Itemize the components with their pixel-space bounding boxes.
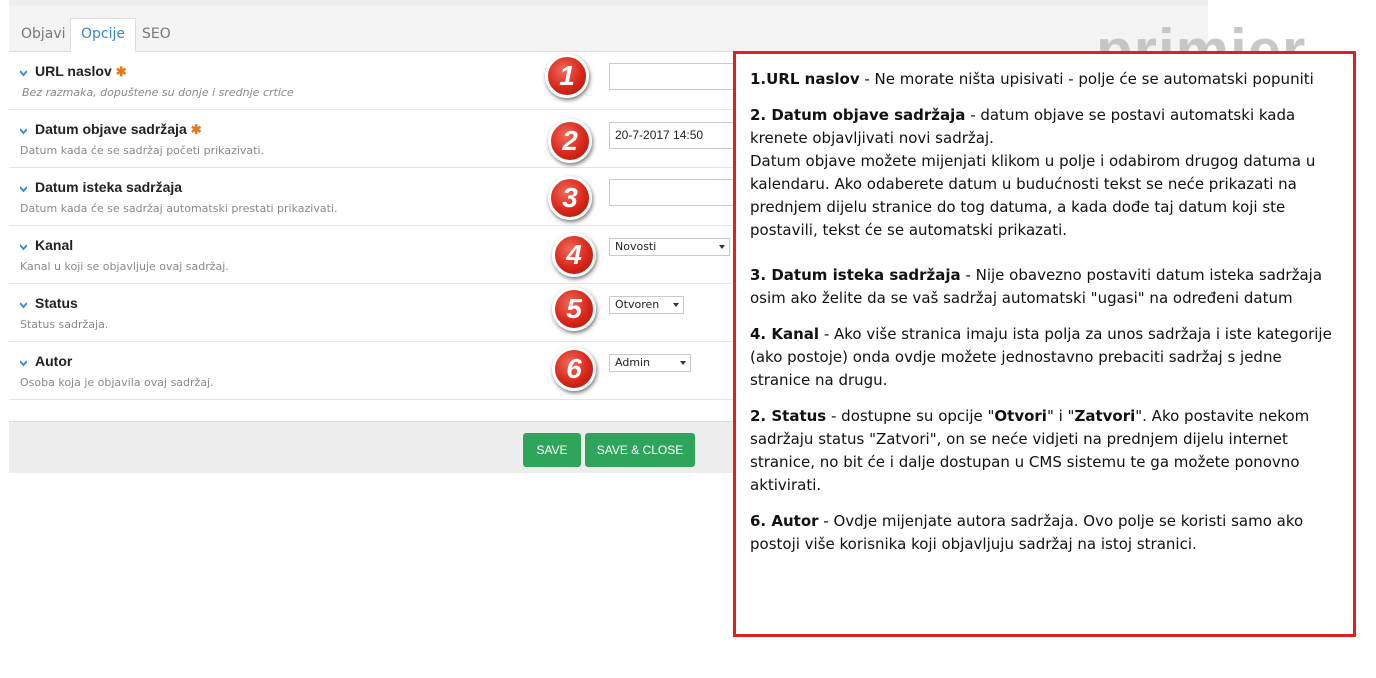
required-asterisk-icon: ✱	[115, 64, 127, 79]
datum-isteka-input[interactable]	[609, 179, 734, 206]
field-label: URL naslov ✱	[35, 63, 127, 79]
dropdown-arrow-icon	[719, 245, 725, 249]
url-naslov-input[interactable]	[609, 63, 734, 90]
note-5: 2. Status - dostupne su opcije "Otvori" …	[750, 407, 1310, 494]
tab-bar: Objavi Opcije SEO	[9, 5, 1208, 52]
note-6: 6. Autor - Ovdje mijenjate autora sadrža…	[750, 512, 1304, 553]
tab-objavi[interactable]: Objavi	[11, 19, 76, 51]
save-button[interactable]: SAVE	[523, 433, 581, 467]
dropdown-arrow-icon	[680, 361, 686, 365]
chevron-down-icon[interactable]	[20, 186, 27, 193]
note-4: 4. Kanal - Ako više stranica imaju ista …	[750, 325, 1332, 389]
chevron-down-icon[interactable]	[20, 70, 27, 77]
tab-opcije[interactable]: Opcije	[70, 18, 136, 52]
datum-objave-input[interactable]: 20-7-2017 14:50	[609, 122, 734, 149]
number-badge: 4	[552, 233, 596, 277]
field-description: Datum kada će se sadržaj početi prikaziv…	[20, 144, 265, 157]
chevron-down-icon[interactable]	[20, 244, 27, 251]
field-label: Status	[35, 295, 78, 311]
kanal-select[interactable]: Novosti	[609, 238, 730, 256]
field-label: Datum objave sadržaja ✱	[35, 121, 202, 137]
required-asterisk-icon: ✱	[190, 122, 202, 137]
number-badge: 3	[548, 176, 592, 220]
chevron-down-icon[interactable]	[20, 302, 27, 309]
field-description: Osoba koja je objavila ovaj sadržaj.	[20, 376, 214, 389]
status-select[interactable]: Otvoren	[609, 296, 684, 314]
field-label: Datum isteka sadržaja	[35, 179, 183, 195]
number-badge: 5	[552, 287, 596, 331]
field-description: Kanal u koji se objavljuje ovaj sadržaj.	[20, 260, 229, 273]
chevron-down-icon[interactable]	[20, 360, 27, 367]
note-2: 2. Datum objave sadržaja - datum objave …	[750, 106, 1316, 239]
field-description: Datum kada će se sadržaj automatski pres…	[20, 202, 338, 215]
select-value: Admin	[615, 356, 651, 369]
save-close-button[interactable]: SAVE & CLOSE	[585, 433, 695, 467]
field-label: Kanal	[35, 237, 74, 253]
chevron-down-icon[interactable]	[20, 128, 27, 135]
note-1: 1.URL naslov - Ne morate ništa upisivati…	[750, 70, 1314, 88]
field-label: Autor	[35, 353, 73, 369]
select-value: Novosti	[615, 240, 657, 253]
field-description: Status sadržaja.	[20, 318, 109, 331]
field-description: Bez razmaka, dopuštene su donje i srednj…	[22, 86, 294, 99]
autor-select[interactable]: Admin	[609, 354, 691, 372]
note-3: 3. Datum isteka sadržaja - Nije obavezno…	[750, 266, 1323, 307]
number-badge: 1	[545, 54, 589, 98]
instructions-note: 1.URL naslov - Ne morate ništa upisivati…	[733, 51, 1356, 637]
dropdown-arrow-icon	[673, 303, 679, 307]
number-badge: 2	[548, 119, 592, 163]
number-badge: 6	[552, 347, 596, 391]
select-value: Otvoren	[615, 298, 660, 311]
tab-seo[interactable]: SEO	[132, 19, 181, 51]
